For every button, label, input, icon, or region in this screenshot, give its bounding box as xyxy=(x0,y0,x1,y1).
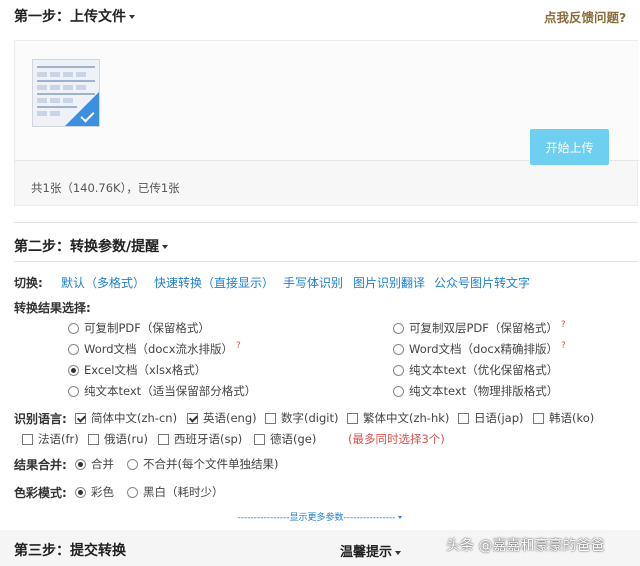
lang-eng[interactable]: 英语(eng) xyxy=(187,410,257,426)
switch-fast-link[interactable]: 快速转换（直接显示） xyxy=(154,274,274,291)
checkbox-checked-icon[interactable] xyxy=(187,413,198,424)
result-option-text-physical[interactable]: 纯文本text（物理排版格式） xyxy=(393,383,558,399)
lang-ru[interactable]: 俄语(ru) xyxy=(88,431,148,447)
radio-icon[interactable] xyxy=(68,323,79,334)
checkbox-icon[interactable] xyxy=(254,434,265,445)
start-upload-button[interactable]: 开始上传 xyxy=(530,129,609,165)
switch-label: 切换: xyxy=(14,276,43,290)
show-more-params-link[interactable]: ----------------显示更多参数---------------- xyxy=(0,510,640,523)
switch-default-link[interactable]: 默认（多格式） xyxy=(61,274,145,291)
tips-dropdown[interactable]: 温馨提示 xyxy=(340,541,402,560)
chevron-down-icon xyxy=(395,550,402,555)
chevron-down-icon xyxy=(162,245,169,249)
uploaded-file-thumbnail[interactable] xyxy=(32,59,100,127)
radio-icon[interactable] xyxy=(68,386,79,397)
radio-selected-icon[interactable] xyxy=(75,459,86,470)
result-option-excel[interactable]: Excel文档（xlsx格式） xyxy=(68,362,206,378)
radio-icon[interactable] xyxy=(68,344,79,355)
checkbox-icon[interactable] xyxy=(458,413,469,424)
lang-digit[interactable]: 数字(digit) xyxy=(265,410,338,426)
radio-icon[interactable] xyxy=(127,459,138,470)
result-option-dual-pdf[interactable]: 可复制双层PDF（保留格式）? xyxy=(393,320,566,336)
lang-ko[interactable]: 韩语(ko) xyxy=(533,410,594,426)
color-option-color[interactable]: 彩色 xyxy=(75,484,114,500)
radio-icon[interactable] xyxy=(393,365,404,376)
checkbox-icon[interactable] xyxy=(158,434,169,445)
language-limit-warning: (最多同时选择3个) xyxy=(348,432,445,446)
step2-title[interactable]: 第二步：转换参数/提醒 xyxy=(14,236,169,256)
chevron-down-icon xyxy=(129,15,135,19)
result-label: 转换结果选择: xyxy=(14,301,91,315)
radio-icon[interactable] xyxy=(393,344,404,355)
radio-icon[interactable] xyxy=(127,487,138,498)
radio-selected-icon[interactable] xyxy=(68,365,79,376)
checkbox-icon[interactable] xyxy=(533,413,544,424)
result-option-word-exact[interactable]: Word文档（docx精确排版）? xyxy=(393,341,566,357)
switch-wechat-link[interactable]: 公众号图片转文字 xyxy=(434,274,530,291)
switch-handwriting-link[interactable]: 手写体识别 xyxy=(283,274,343,291)
result-option-text-optimized[interactable]: 纯文本text（优化保留格式） xyxy=(393,362,558,378)
radio-selected-icon[interactable] xyxy=(75,487,86,498)
checkbox-icon[interactable] xyxy=(347,413,358,424)
merge-option-merge[interactable]: 合并 xyxy=(75,456,114,472)
checkbox-icon[interactable] xyxy=(88,434,99,445)
upload-status: 共1张（140.76K），已传1张 xyxy=(31,181,180,195)
lang-sp[interactable]: 西班牙语(sp) xyxy=(158,431,242,447)
result-option-pdf[interactable]: 可复制PDF（保留格式） xyxy=(68,320,210,336)
merge-option-separate[interactable]: 不合并(每个文件单独结果) xyxy=(127,456,278,472)
language-label: 识别语言: xyxy=(14,412,67,426)
merge-label: 结果合并: xyxy=(14,458,67,472)
checkbox-icon[interactable] xyxy=(265,413,276,424)
lang-zh-hk[interactable]: 繁体中文(zh-hk) xyxy=(347,410,449,426)
lang-jap[interactable]: 日语(jap) xyxy=(458,410,524,426)
chevron-down-icon xyxy=(398,516,403,519)
step3-title: 第三步：提交转换 xyxy=(14,543,126,559)
color-label: 色彩模式: xyxy=(14,486,67,500)
lang-ge[interactable]: 德语(ge) xyxy=(254,431,316,447)
divider xyxy=(14,261,638,262)
selected-corner xyxy=(65,92,99,126)
step1-title[interactable]: 第一步：上传文件 xyxy=(14,6,135,26)
radio-icon[interactable] xyxy=(393,323,404,334)
switch-translate-link[interactable]: 图片识别翻译 xyxy=(353,274,425,291)
divider xyxy=(14,222,638,223)
lang-fr[interactable]: 法语(fr) xyxy=(22,431,79,447)
result-option-text-partial[interactable]: 纯文本text（适当保留部分格式） xyxy=(68,383,256,399)
feedback-link[interactable]: 点我反馈问题? xyxy=(544,7,626,26)
radio-icon[interactable] xyxy=(393,386,404,397)
help-icon[interactable]: ? xyxy=(561,341,566,351)
result-option-word-flow[interactable]: Word文档（docx流水排版）? xyxy=(68,341,241,357)
upload-panel: 共1张（140.76K），已传1张 xyxy=(14,40,639,206)
lang-zh-cn[interactable]: 简体中文(zh-cn) xyxy=(75,410,177,426)
checkbox-icon[interactable] xyxy=(22,434,33,445)
help-icon[interactable]: ? xyxy=(561,320,566,330)
color-option-bw[interactable]: 黑白（耗时少） xyxy=(127,484,224,500)
checkbox-checked-icon[interactable] xyxy=(75,413,86,424)
help-icon[interactable]: ? xyxy=(236,341,241,351)
watermark: 头条 @嘉嘉和豪豪的爸爸 xyxy=(446,538,605,554)
